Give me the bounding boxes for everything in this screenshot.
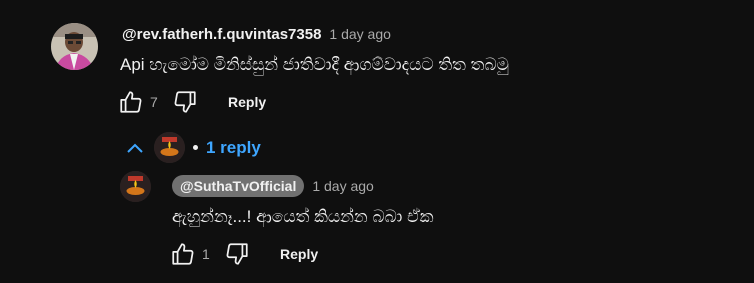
commenter-avatar-image — [51, 23, 98, 70]
like-button[interactable] — [116, 87, 146, 117]
thumb-down-icon — [174, 91, 196, 113]
reply-button[interactable]: Reply — [228, 94, 266, 110]
comment-author[interactable]: @rev.fatherh.f.quvintas7358 — [122, 26, 321, 43]
reply-dislike-button[interactable] — [222, 239, 252, 269]
thumb-up-icon — [120, 91, 142, 113]
reply-time[interactable]: 1 day ago — [312, 178, 374, 194]
reply-preview-avatar — [154, 132, 185, 163]
replies-toggle[interactable]: 1 reply — [124, 132, 261, 163]
comment-actions: 7 Reply — [116, 87, 266, 117]
comment-text: Api හැමෝම මිනිස්සුන් ජාතිවාදී ආගම්වාදයට … — [120, 55, 509, 74]
reply-text: ඇහුන්නෑ...! ආයෙත් කියන්න බබා ඒක — [172, 207, 434, 226]
comment-time[interactable]: 1 day ago — [329, 26, 391, 42]
chevron-up-icon — [124, 142, 146, 154]
reply-header: @SuthaTvOfficial 1 day ago — [172, 175, 374, 197]
reply-actions: 1 Reply — [168, 239, 318, 269]
dislike-button[interactable] — [170, 87, 200, 117]
reply-avatar[interactable] — [120, 171, 151, 202]
reply-reply-button[interactable]: Reply — [280, 246, 318, 262]
thumb-up-icon — [172, 243, 194, 265]
like-count: 7 — [150, 94, 158, 110]
reply-avatar-image — [120, 171, 151, 202]
thumb-down-icon — [226, 243, 248, 265]
separator-dot — [193, 145, 198, 150]
commenter-avatar[interactable] — [51, 23, 98, 70]
comment-header: @rev.fatherh.f.quvintas7358 1 day ago — [122, 26, 391, 43]
reply-like-button[interactable] — [168, 239, 198, 269]
reply-like-count: 1 — [202, 246, 210, 262]
replies-count: 1 reply — [206, 137, 261, 157]
reply-author[interactable]: @SuthaTvOfficial — [172, 175, 305, 197]
